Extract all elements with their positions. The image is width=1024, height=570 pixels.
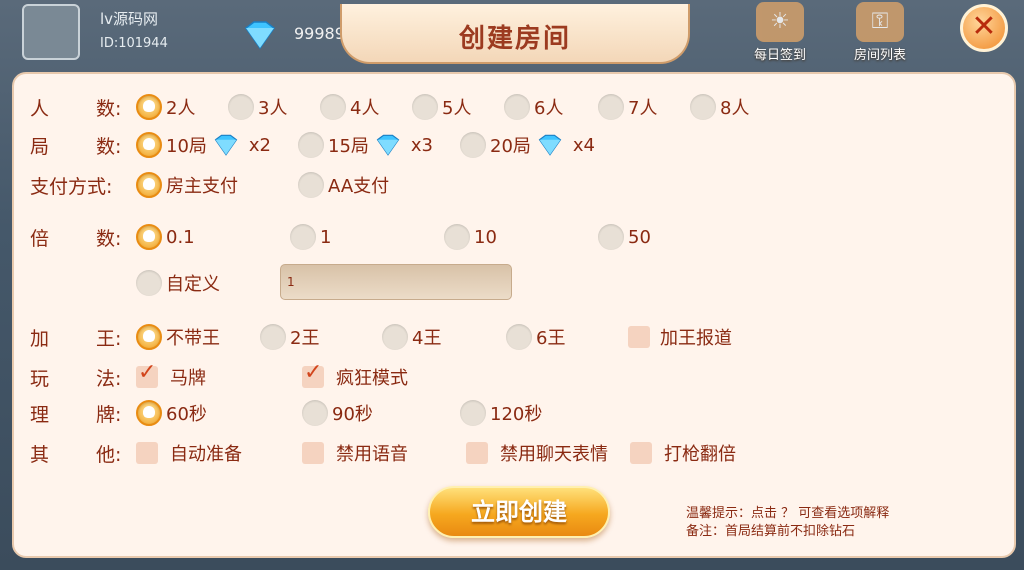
- row-players: 人数: 2人 3人 4人 5人 6人 7人 8人: [14, 92, 1014, 122]
- multiplier-option-10[interactable]: 10: [444, 222, 497, 252]
- diamond-icon: [214, 134, 238, 156]
- multiplier-option-0.1[interactable]: 0.1: [136, 222, 195, 252]
- row-multiplier: 倍数: 0.1 1 10 50: [14, 222, 1014, 252]
- payment-option-host[interactable]: 房主支付: [136, 170, 238, 200]
- close-icon: ✕: [971, 9, 997, 44]
- payment-option-aa[interactable]: AA支付: [298, 170, 389, 200]
- radio-icon: [504, 94, 530, 120]
- checkbox-icon: [628, 326, 650, 348]
- diamond-icon: [538, 134, 562, 156]
- user-id: ID:101944: [100, 36, 168, 51]
- key-icon: ⚿: [856, 2, 904, 42]
- page-title: 创建房间: [458, 24, 571, 54]
- radio-icon: [412, 94, 438, 120]
- play-option-crazy-mode[interactable]: 疯狂模式: [302, 360, 408, 392]
- row-rounds: 局数: 10局 x2 15局 x3 20局 x4: [14, 130, 1014, 160]
- arrange-option-60[interactable]: 60秒: [136, 398, 207, 428]
- radio-icon: [302, 400, 328, 426]
- room-list-label: 房间列表: [853, 48, 906, 63]
- radio-icon: [290, 224, 316, 250]
- radio-icon: [298, 172, 324, 198]
- radio-icon: [460, 132, 486, 158]
- rounds-option-15[interactable]: 15局 x3: [298, 130, 433, 160]
- checkbox-checked-icon: [136, 360, 158, 388]
- radio-selected-icon: [136, 172, 162, 198]
- multiplier-option-custom[interactable]: 自定义: [136, 268, 220, 298]
- radio-selected-icon: [136, 324, 162, 350]
- checkbox-checked-icon: [302, 360, 324, 388]
- radio-icon: [228, 94, 254, 120]
- radio-icon: [320, 94, 346, 120]
- players-option-4[interactable]: 4人: [320, 92, 379, 122]
- checkbox-icon: [302, 442, 324, 464]
- jokers-option-6[interactable]: 6王: [506, 322, 565, 352]
- custom-multiplier-input[interactable]: 1: [280, 264, 512, 300]
- daily-signin-button[interactable]: ☀ 每日签到: [740, 2, 820, 66]
- title-banner: 创建房间: [340, 4, 690, 64]
- row-play: 玩法: 马牌 疯狂模式: [14, 360, 1014, 392]
- row-jokers: 加王: 不带王 2王 4王 6王 加王报道: [14, 322, 1014, 352]
- radio-selected-icon: [136, 224, 162, 250]
- calendar-icon: ☀: [756, 2, 804, 42]
- jokers-option-none[interactable]: 不带王: [136, 322, 220, 352]
- rounds-option-20[interactable]: 20局 x4: [460, 130, 595, 160]
- arrange-option-90[interactable]: 90秒: [302, 398, 373, 428]
- top-bar: lv源码网 ID:101944 999899 创建房间 ☀ 每日签到 ⚿ 房间列…: [0, 0, 1024, 72]
- other-option-disable-emoji[interactable]: 禁用聊天表情: [466, 438, 608, 468]
- players-option-7[interactable]: 7人: [598, 92, 657, 122]
- radio-icon: [382, 324, 408, 350]
- jokers-report-checkbox[interactable]: 加王报道: [628, 322, 732, 352]
- other-option-auto-ready[interactable]: 自动准备: [136, 438, 242, 468]
- radio-selected-icon: [136, 132, 162, 158]
- multiplier-option-50[interactable]: 50: [598, 222, 651, 252]
- radio-selected-icon: [136, 94, 162, 120]
- radio-icon: [690, 94, 716, 120]
- radio-icon: [598, 94, 624, 120]
- daily-signin-label: 每日签到: [753, 48, 806, 63]
- payment-label: 支付方式:: [30, 176, 113, 198]
- jokers-option-4[interactable]: 4王: [382, 322, 441, 352]
- row-multiplier-custom: 自定义: [14, 268, 1014, 298]
- radio-selected-icon: [136, 400, 162, 426]
- other-option-disable-voice[interactable]: 禁用语音: [302, 438, 408, 468]
- close-button[interactable]: ✕: [960, 4, 1008, 52]
- radio-icon: [260, 324, 286, 350]
- checkbox-icon: [136, 442, 158, 464]
- room-list-button[interactable]: ⚿ 房间列表: [840, 2, 920, 66]
- rounds-option-10[interactable]: 10局 x2: [136, 130, 271, 160]
- players-option-8[interactable]: 8人: [690, 92, 749, 122]
- other-option-gun-double[interactable]: 打枪翻倍: [630, 438, 736, 468]
- players-option-3[interactable]: 3人: [228, 92, 287, 122]
- create-room-button[interactable]: 立即创建: [428, 486, 610, 538]
- checkbox-icon: [466, 442, 488, 464]
- username: lv源码网: [100, 10, 159, 28]
- diamond-icon: [244, 21, 276, 50]
- row-arrange: 理牌: 60秒 90秒 120秒: [14, 398, 1014, 428]
- avatar[interactable]: [22, 4, 80, 60]
- radio-icon: [506, 324, 532, 350]
- play-option-horse-card[interactable]: 马牌: [136, 360, 206, 392]
- radio-icon: [444, 224, 470, 250]
- radio-icon: [298, 132, 324, 158]
- row-payment: 支付方式: 房主支付 AA支付: [14, 170, 1014, 200]
- arrange-option-120[interactable]: 120秒: [460, 398, 542, 428]
- radio-icon: [460, 400, 486, 426]
- jokers-option-2[interactable]: 2王: [260, 322, 319, 352]
- players-option-5[interactable]: 5人: [412, 92, 471, 122]
- players-option-2[interactable]: 2人: [136, 92, 195, 122]
- radio-icon: [136, 270, 162, 296]
- tip-hint: 温馨提示：点击 ？ 可查看选项解释: [686, 506, 890, 521]
- checkbox-icon: [630, 442, 652, 464]
- multiplier-option-1[interactable]: 1: [290, 222, 331, 252]
- players-option-6[interactable]: 6人: [504, 92, 563, 122]
- create-room-panel: 人数: 2人 3人 4人 5人 6人 7人 8人 局数: 10局 x2 15局 …: [12, 72, 1016, 558]
- row-other: 其他: 自动准备 禁用语音 禁用聊天表情 打枪翻倍: [14, 438, 1014, 468]
- tip-note: 备注：首局结算前不扣除钻石: [686, 524, 856, 539]
- radio-icon: [598, 224, 624, 250]
- diamond-icon: [376, 134, 400, 156]
